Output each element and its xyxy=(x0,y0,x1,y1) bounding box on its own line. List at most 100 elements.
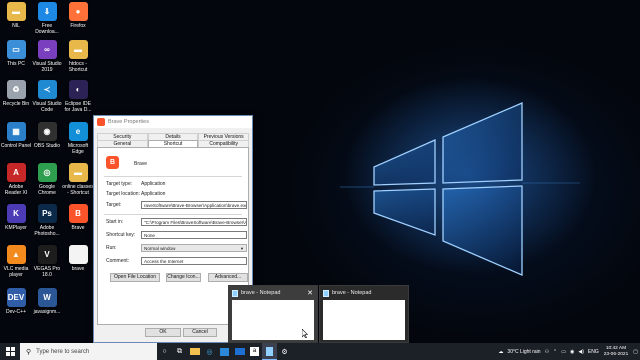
tabs-row-bottom: General Shortcut Compatibility xyxy=(97,140,250,147)
desktop-icon-label: KMPlayer xyxy=(5,225,27,231)
app-name: Brave xyxy=(134,161,148,167)
desktop-icon-firefox[interactable]: ● Firefox xyxy=(62,2,94,42)
comment-label: Comment: xyxy=(106,258,130,264)
desktop-icon-label: OBS Studio xyxy=(33,143,61,149)
close-icon[interactable]: ✕ xyxy=(306,289,314,297)
vlc-icon: ▲ xyxy=(6,245,26,264)
desktop-icon-label: Control Panel xyxy=(0,143,32,149)
task-view-icon[interactable]: ⧉ xyxy=(172,343,187,360)
cortana-icon[interactable]: ○ xyxy=(157,343,172,360)
desktop-icon-photoshop[interactable]: Ps Adobe Photosho... xyxy=(31,204,63,244)
shortcut-panel: B Brave Target type: Application Target … xyxy=(97,147,249,325)
file-explorer-icon[interactable] xyxy=(187,343,202,360)
eclipse-icon: ◐ xyxy=(68,80,88,99)
desktop-icon-label: Dev-C++ xyxy=(5,309,26,315)
clock[interactable]: 10:42 AM 23-06-2021 xyxy=(604,346,629,358)
tab-security[interactable]: Security xyxy=(97,133,148,140)
run-select-value: Normal window xyxy=(144,246,176,251)
tab-details[interactable]: Details xyxy=(147,133,199,140)
separator xyxy=(104,214,242,215)
notepad-taskbar-icon[interactable] xyxy=(262,343,277,360)
language-indicator[interactable]: ENG xyxy=(588,349,599,355)
desktop-icon-nil[interactable]: ▬ NIL xyxy=(0,2,32,42)
desktop-icon-label: Microsoft Edge xyxy=(67,143,89,155)
desktop-icon-eclipse[interactable]: ◐ Eclipse IDE for Java D... xyxy=(62,80,94,120)
taskbar-search-box[interactable]: ⚲ Type here to search xyxy=(20,343,157,360)
chrome-icon: ◎ xyxy=(37,163,57,182)
desktop-icon-label: javasignm... xyxy=(33,309,61,315)
desktop-icon-vscode[interactable]: ≺ Visual Studio Code xyxy=(31,80,63,120)
visual-studio-icon: ∞ xyxy=(37,40,57,59)
weather-icon: ☁ xyxy=(498,348,504,355)
chevron-up-icon[interactable]: ⌃ xyxy=(553,349,557,355)
dialog-titlebar[interactable]: Brave Properties xyxy=(94,116,252,128)
desktop-icon-devcpp[interactable]: DEV Dev-C++ xyxy=(0,288,32,328)
desktop-icon-htdocs[interactable]: ▬ htdocs - Shortcut xyxy=(62,40,94,80)
settings-taskbar-icon[interactable]: ⚙ xyxy=(277,343,292,360)
mail-icon[interactable] xyxy=(232,343,247,360)
notepad-thumbnail-1[interactable]: brave - Notepad ✕ xyxy=(228,285,318,343)
store-icon[interactable] xyxy=(217,343,232,360)
folder-icon: ▬ xyxy=(68,40,88,59)
target-field[interactable]: raveSoftware\Brave-Browser\Application\b… xyxy=(141,201,247,209)
start-in-field[interactable]: "C:\Program Files\BraveSoftware\Brave-Br… xyxy=(141,218,247,226)
shortcut-key-field[interactable]: None xyxy=(141,231,247,239)
notification-icon[interactable]: ▢ xyxy=(633,349,638,355)
desktop-icon-vlc[interactable]: ▲ VLC media player xyxy=(0,245,32,285)
desktop-icon-chrome[interactable]: ◎ Google Chrome xyxy=(31,163,63,203)
desktop-icon-obs[interactable]: ◉ OBS Studio xyxy=(31,122,63,162)
thumbnail-title: brave - Notepad xyxy=(241,290,281,296)
tab-shortcut[interactable]: Shortcut xyxy=(147,140,199,147)
control-panel-icon: ▦ xyxy=(6,122,26,141)
comment-field[interactable]: Access the Internet xyxy=(141,257,247,265)
firefox-icon: ● xyxy=(68,2,88,21)
brave-app-icon: B xyxy=(106,156,119,169)
desktop-icon-free-download[interactable]: ⇓ Free Downloa... xyxy=(31,2,63,42)
weather-text[interactable]: 30°C Light rain xyxy=(507,349,540,355)
ok-button[interactable]: OK xyxy=(145,328,181,337)
people-icon[interactable]: ⚇ xyxy=(545,349,549,355)
desktop-icon-label: Free Downloa... xyxy=(35,23,59,35)
recycle-bin-icon: ♻ xyxy=(6,80,26,99)
desktop-icon-control-panel[interactable]: ▦ Control Panel xyxy=(0,122,32,162)
open-file-location-button[interactable]: Open File Location xyxy=(110,273,160,282)
mouse-cursor-icon xyxy=(302,329,308,338)
advanced-button[interactable]: Advanced... xyxy=(208,273,248,282)
desktop-icon-label: Google Chrome xyxy=(38,184,56,196)
desktop-icon-brave-txt[interactable]: brave xyxy=(62,245,94,285)
desktop-icon-vegas[interactable]: V VEGAS Pro 18.0 xyxy=(31,245,63,285)
desktop-icon-kmplayer[interactable]: K KMPlayer xyxy=(0,204,32,244)
desktop-icon-recycle-bin[interactable]: ♻ Recycle Bin xyxy=(0,80,32,120)
word-icon: W xyxy=(37,288,57,307)
desktop-icon-online-classes[interactable]: ▬ online classes - Shortcut xyxy=(62,163,94,203)
desktop-icon-visual-studio[interactable]: ∞ Visual Studio 2019 xyxy=(31,40,63,80)
battery-icon[interactable]: ▭ xyxy=(561,349,566,355)
target-type-label: Target type: xyxy=(106,181,133,187)
cancel-button[interactable]: Cancel xyxy=(183,328,217,337)
target-label: Target: xyxy=(106,202,122,208)
clock-time: 10:42 AM xyxy=(605,345,627,351)
run-label: Run: xyxy=(106,245,117,251)
edge-taskbar-icon[interactable]: ◎ xyxy=(202,343,217,360)
amazon-icon[interactable]: a xyxy=(247,343,262,360)
tab-compatibility[interactable]: Compatibility xyxy=(198,140,250,147)
tab-general[interactable]: General xyxy=(97,140,148,147)
desktop-icon-this-pc[interactable]: ▭ This PC xyxy=(0,40,32,80)
desktop-icon-word-doc[interactable]: Wjavasignm... xyxy=(31,288,63,328)
desktop-icon-adobe-reader[interactable]: A Adobe Reader XI xyxy=(0,163,32,203)
desktop-icon-label: Visual Studio Code xyxy=(32,101,62,113)
windows-start-icon xyxy=(5,347,15,356)
desktop-icon-brave[interactable]: B Brave xyxy=(62,204,94,244)
change-icon-button[interactable]: Change Icon... xyxy=(166,273,201,282)
tab-previous-versions[interactable]: Previous Versions xyxy=(198,133,250,140)
desktop-icon-label: Brave xyxy=(71,225,85,231)
desktop-icon-label: Adobe Reader XI xyxy=(4,184,28,196)
start-button[interactable] xyxy=(0,343,20,360)
notepad-thumbnail-2[interactable]: brave - Notepad xyxy=(319,285,409,343)
desktop-icon-edge[interactable]: e Microsoft Edge xyxy=(62,122,94,162)
search-placeholder: Type here to search xyxy=(36,348,90,355)
network-icon[interactable]: ◉ xyxy=(570,349,574,355)
run-select[interactable]: Normal window ▼ xyxy=(141,244,247,252)
vegas-icon: V xyxy=(37,245,57,264)
volume-icon[interactable]: ◀) xyxy=(578,349,584,355)
